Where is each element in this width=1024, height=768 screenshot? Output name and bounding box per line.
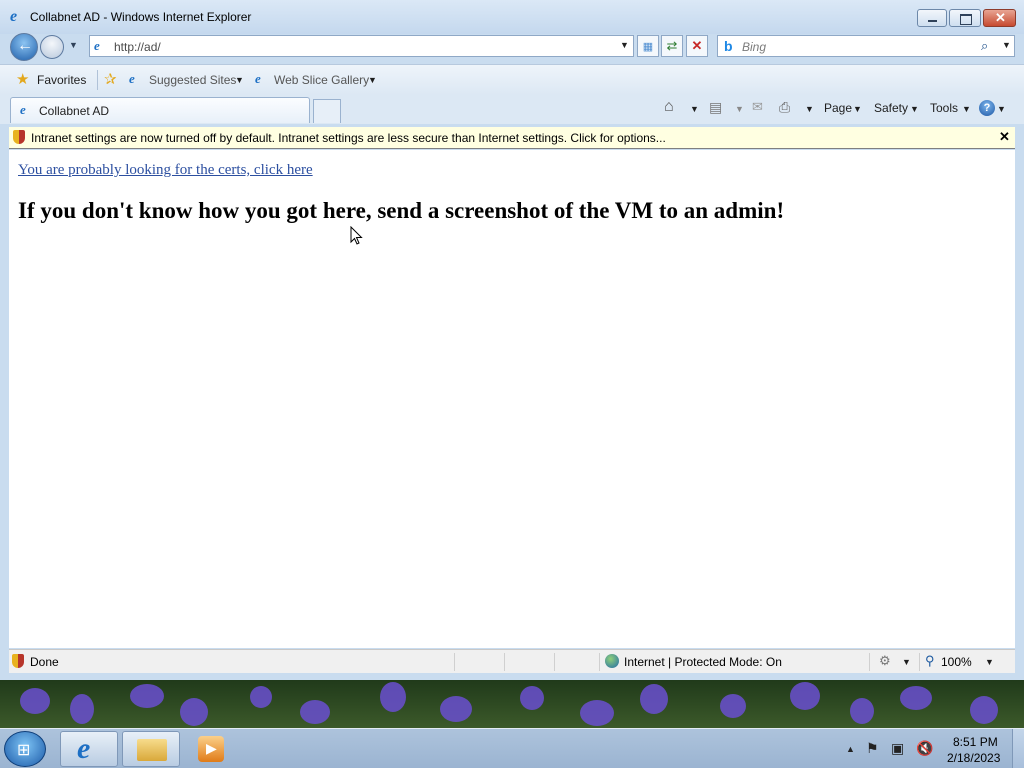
clock-time[interactable]: 8:51 PM bbox=[953, 735, 998, 749]
show-desktop-button[interactable] bbox=[1012, 729, 1024, 768]
volume-muted-icon[interactable]: 🔇 bbox=[916, 740, 933, 757]
web-slice-icon: e bbox=[255, 71, 261, 86]
information-bar[interactable]: Intranet settings are now turned off by … bbox=[9, 127, 1015, 149]
desktop-wallpaper bbox=[0, 680, 1024, 728]
zoom-icon[interactable]: ⚲ bbox=[925, 653, 935, 669]
address-bar[interactable]: e http://ad/ ▼ bbox=[89, 35, 634, 57]
suggested-sites-dropdown-icon[interactable]: ▼ bbox=[235, 75, 244, 85]
compatibility-icon: ▦ bbox=[642, 41, 654, 53]
status-separator bbox=[599, 653, 600, 671]
read-mail-icon[interactable]: ✉ bbox=[752, 99, 763, 115]
status-bar: Done Internet | Protected Mode: On ⚙ ▼ ⚲… bbox=[9, 649, 1015, 673]
folder-icon bbox=[137, 739, 167, 761]
status-separator bbox=[504, 653, 505, 671]
page-heading: If you don't know how you got here, send… bbox=[18, 198, 785, 223]
close-icon: ✕ bbox=[995, 10, 1006, 25]
safety-dropdown-icon[interactable]: ▼ bbox=[910, 104, 919, 114]
add-to-favorites-icon[interactable]: ✰ bbox=[104, 70, 117, 88]
favorites-star-icon: ★ bbox=[16, 71, 30, 88]
page-icon: e bbox=[94, 38, 100, 53]
forward-button[interactable] bbox=[40, 35, 64, 59]
compatibility-view-button[interactable]: ▦ bbox=[637, 35, 659, 57]
information-bar-message[interactable]: Intranet settings are now turned off by … bbox=[31, 131, 666, 145]
zoom-level[interactable]: 100% bbox=[941, 655, 972, 669]
title-bar: e Collabnet AD - Windows Internet Explor… bbox=[0, 0, 1024, 34]
feeds-icon[interactable]: ▤ bbox=[709, 99, 722, 116]
page-menu[interactable]: Page bbox=[824, 101, 852, 115]
favorites-button[interactable]: Favorites bbox=[37, 73, 86, 87]
address-dropdown-icon[interactable]: ▼ bbox=[620, 40, 629, 50]
certs-link[interactable]: You are probably looking for the certs, … bbox=[18, 162, 313, 179]
refresh-icon: ⇄ bbox=[666, 38, 678, 53]
show-hidden-icons[interactable]: ▲ bbox=[846, 744, 855, 754]
address-text[interactable]: http://ad/ bbox=[114, 40, 161, 54]
web-slice-dropdown-icon[interactable]: ▼ bbox=[368, 75, 377, 85]
clock-date[interactable]: 2/18/2023 bbox=[947, 751, 1000, 765]
status-shield-icon bbox=[12, 654, 24, 668]
back-arrow-icon: ← bbox=[17, 37, 33, 54]
search-box[interactable]: b Bing ⌕ ▼ bbox=[717, 35, 1015, 57]
shield-warning-icon bbox=[13, 130, 25, 144]
search-icon[interactable]: ⌕ bbox=[981, 38, 988, 54]
favorites-divider bbox=[97, 70, 98, 90]
close-information-bar-icon[interactable]: ✕ bbox=[999, 129, 1010, 145]
refresh-button[interactable]: ⇄ bbox=[661, 35, 683, 57]
windows-logo-icon: ⊞ bbox=[17, 742, 31, 759]
recent-pages-dropdown-icon[interactable]: ▼ bbox=[69, 40, 78, 50]
page-content: You are probably looking for the certs, … bbox=[9, 150, 1015, 648]
action-center-flag-icon[interactable]: ⚑ bbox=[866, 740, 879, 757]
protected-mode-dropdown-icon[interactable]: ▼ bbox=[902, 657, 911, 667]
ie-logo-icon: e bbox=[10, 8, 18, 25]
minimize-icon bbox=[928, 20, 937, 22]
minimize-button[interactable] bbox=[917, 9, 947, 27]
mouse-cursor-icon bbox=[350, 226, 363, 245]
web-slice-gallery-link[interactable]: Web Slice Gallery bbox=[274, 73, 369, 87]
start-button[interactable]: ⊞ bbox=[4, 731, 46, 767]
status-separator bbox=[919, 653, 920, 671]
help-icon[interactable]: ? bbox=[979, 100, 995, 116]
home-icon[interactable]: ⌂ bbox=[664, 98, 674, 116]
tools-dropdown-icon[interactable]: ▼ bbox=[962, 104, 971, 114]
status-separator bbox=[869, 653, 870, 671]
print-dropdown-icon[interactable]: ▼ bbox=[805, 104, 814, 114]
window-title: Collabnet AD - Windows Internet Explorer bbox=[30, 10, 252, 24]
back-button[interactable]: ← bbox=[10, 33, 38, 61]
safety-menu[interactable]: Safety bbox=[874, 101, 908, 115]
media-player-icon: ▶ bbox=[206, 740, 217, 756]
stop-icon: ✕ bbox=[691, 38, 703, 53]
globe-icon bbox=[605, 654, 619, 668]
page-dropdown-icon[interactable]: ▼ bbox=[853, 104, 862, 114]
maximize-button[interactable] bbox=[949, 9, 981, 27]
taskbar-internet-explorer[interactable]: e bbox=[60, 731, 118, 767]
protected-mode-icon[interactable]: ⚙ bbox=[879, 653, 891, 669]
zoom-dropdown-icon[interactable]: ▼ bbox=[985, 657, 994, 667]
status-text: Done bbox=[30, 655, 59, 669]
security-zone-text[interactable]: Internet | Protected Mode: On bbox=[624, 655, 782, 669]
suggested-sites-icon: e bbox=[129, 71, 135, 86]
help-dropdown-icon[interactable]: ▼ bbox=[997, 104, 1006, 114]
search-placeholder[interactable]: Bing bbox=[742, 40, 766, 54]
bing-icon: b bbox=[724, 38, 733, 54]
status-separator bbox=[554, 653, 555, 671]
stop-button[interactable]: ✕ bbox=[686, 35, 708, 57]
tools-menu[interactable]: Tools bbox=[930, 101, 958, 115]
new-tab-button[interactable] bbox=[313, 99, 341, 123]
internet-explorer-icon: e bbox=[77, 732, 91, 765]
close-button[interactable]: ✕ bbox=[983, 9, 1016, 27]
taskbar-media-player[interactable]: ▶ bbox=[198, 736, 224, 762]
suggested-sites-link[interactable]: Suggested Sites bbox=[149, 73, 236, 87]
home-dropdown-icon[interactable]: ▼ bbox=[690, 104, 699, 114]
taskbar-windows-explorer[interactable] bbox=[122, 731, 180, 767]
restore-icon bbox=[960, 14, 972, 25]
tab-page-icon: e bbox=[20, 102, 26, 117]
search-dropdown-icon[interactable]: ▼ bbox=[1002, 40, 1011, 50]
tab-label: Collabnet AD bbox=[39, 104, 110, 118]
feeds-dropdown-icon[interactable]: ▼ bbox=[735, 104, 744, 114]
status-separator bbox=[454, 653, 455, 671]
print-icon[interactable]: ⎙ bbox=[779, 99, 790, 116]
tab-collabnet-ad[interactable]: e Collabnet AD bbox=[10, 97, 310, 123]
network-icon[interactable]: ▣ bbox=[891, 740, 904, 757]
